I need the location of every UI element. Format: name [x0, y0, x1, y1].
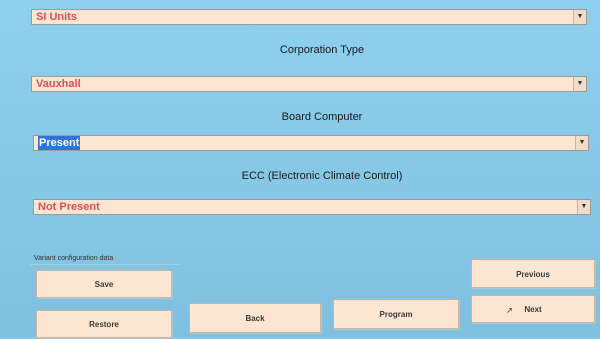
board-computer-value: Present [38, 136, 81, 150]
units-select[interactable]: SI Units ▼ [31, 9, 587, 25]
ecc-label: ECC (Electronic Climate Control) [241, 170, 403, 182]
save-button[interactable]: Save [36, 270, 172, 298]
next-button[interactable]: Next [471, 295, 595, 323]
program-button[interactable]: Program [333, 299, 459, 329]
corporation-type-label: Corporation Type [279, 44, 365, 56]
ecc-select[interactable]: Not Present ▼ [33, 199, 591, 215]
section-divider [30, 264, 180, 265]
chevron-down-icon[interactable]: ▼ [575, 136, 588, 150]
previous-button[interactable]: Previous [471, 259, 595, 288]
board-computer-label: Board Computer [281, 111, 363, 123]
chevron-down-icon[interactable]: ▼ [573, 77, 586, 91]
board-computer-select[interactable]: Present ▼ [33, 135, 589, 151]
mouse-pointer-icon: ↗ [506, 306, 513, 315]
chevron-down-icon[interactable]: ▼ [577, 200, 590, 214]
back-button[interactable]: Back [189, 303, 321, 333]
corporation-type-select[interactable]: Vauxhall ▼ [31, 76, 587, 92]
restore-button[interactable]: Restore [36, 310, 172, 338]
ecc-value: Not Present [38, 201, 100, 213]
screen: SI Units ▼ Corporation Type Vauxhall ▼ B… [0, 0, 600, 338]
units-value: SI Units [36, 11, 77, 23]
chevron-down-icon[interactable]: ▼ [573, 10, 586, 24]
corporation-type-value: Vauxhall [36, 78, 81, 90]
section-label: Variant configuration data [34, 255, 114, 262]
